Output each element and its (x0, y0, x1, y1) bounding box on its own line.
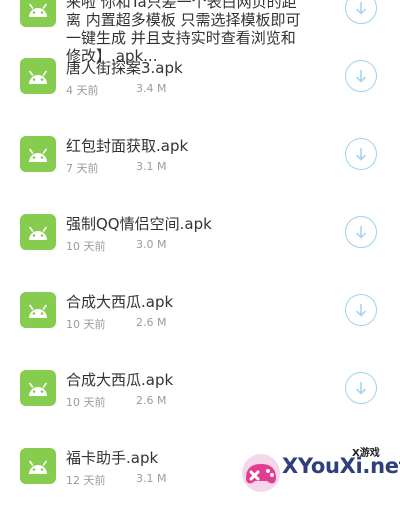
android-icon (20, 292, 56, 328)
file-meta: 7 天前 3.1 M (66, 160, 166, 176)
file-name: 合成大西瓜.apk (66, 293, 174, 311)
download-button[interactable] (345, 294, 377, 326)
file-age: 12 天前 (66, 474, 106, 487)
file-size: 2.6 M (136, 316, 167, 329)
list-item[interactable]: 强制QQ情侣空间.apk 10 天前 3.0 M (0, 198, 400, 276)
download-arrow-icon (355, 2, 367, 15)
file-size: 2.6 M (136, 394, 167, 407)
file-age: 10 天前 (66, 396, 106, 409)
desc-line-2: 离 内置超多模板 只需选择模板即可 (66, 11, 301, 29)
download-arrow-icon (355, 148, 367, 161)
file-name: 强制QQ情侣空间.apk (66, 215, 212, 233)
file-size: 3.1 M (136, 472, 167, 485)
download-button[interactable] (345, 372, 377, 404)
download-arrow-icon (355, 226, 367, 239)
download-arrow-icon (355, 304, 367, 317)
file-name: 合成大西瓜.apk (66, 371, 174, 389)
android-icon (20, 448, 56, 484)
list-item[interactable]: 合成大西瓜.apk 10 天前 2.6 M (0, 276, 400, 354)
file-meta: 4 天前 3.4 M (66, 82, 166, 98)
file-age: 4 天前 (66, 84, 99, 97)
file-meta: 10 天前 2.6 M (66, 316, 166, 332)
watermark-text: XYouXi.net (282, 454, 400, 478)
desc-line-1: 来啦 你和Ta只差一个表白网页的距 (66, 0, 297, 11)
android-icon (20, 0, 56, 27)
file-age: 10 天前 (66, 240, 106, 253)
file-age: 7 天前 (66, 162, 99, 175)
file-name: 唐人街探案3.apk (66, 59, 183, 77)
file-size: 3.4 M (136, 82, 167, 95)
file-meta: 10 天前 3.0 M (66, 238, 166, 254)
android-icon (20, 214, 56, 250)
download-arrow-icon (355, 382, 367, 395)
download-button[interactable] (345, 216, 377, 248)
download-button[interactable] (345, 60, 377, 92)
file-meta: 10 天前 2.6 M (66, 394, 166, 410)
file-name: 福卡助手.apk (66, 449, 159, 467)
android-icon (20, 136, 56, 172)
download-button[interactable] (345, 0, 377, 24)
file-meta: 12 天前 3.1 M (66, 472, 166, 488)
file-age: 10 天前 (66, 318, 106, 331)
watermark: X游戏 XYouXi.net (228, 440, 400, 500)
android-icon (20, 58, 56, 94)
download-arrow-icon (355, 70, 367, 83)
list-item[interactable]: 红包封面获取.apk 7 天前 3.1 M (0, 120, 400, 198)
download-button[interactable] (345, 138, 377, 170)
file-size: 3.0 M (136, 238, 167, 251)
list-item[interactable]: 合成大西瓜.apk 10 天前 2.6 M (0, 354, 400, 432)
file-list: 来啦 你和Ta只差一个表白网页的距 离 内置超多模板 只需选择模板即可 一键生成… (0, 0, 400, 500)
file-name: 红包封面获取.apk (66, 137, 189, 155)
file-size: 3.1 M (136, 160, 167, 173)
list-item[interactable]: 唐人街探案3.apk 4 天前 3.4 M (0, 42, 400, 120)
gamepad-logo-icon (242, 454, 280, 492)
android-icon (20, 370, 56, 406)
